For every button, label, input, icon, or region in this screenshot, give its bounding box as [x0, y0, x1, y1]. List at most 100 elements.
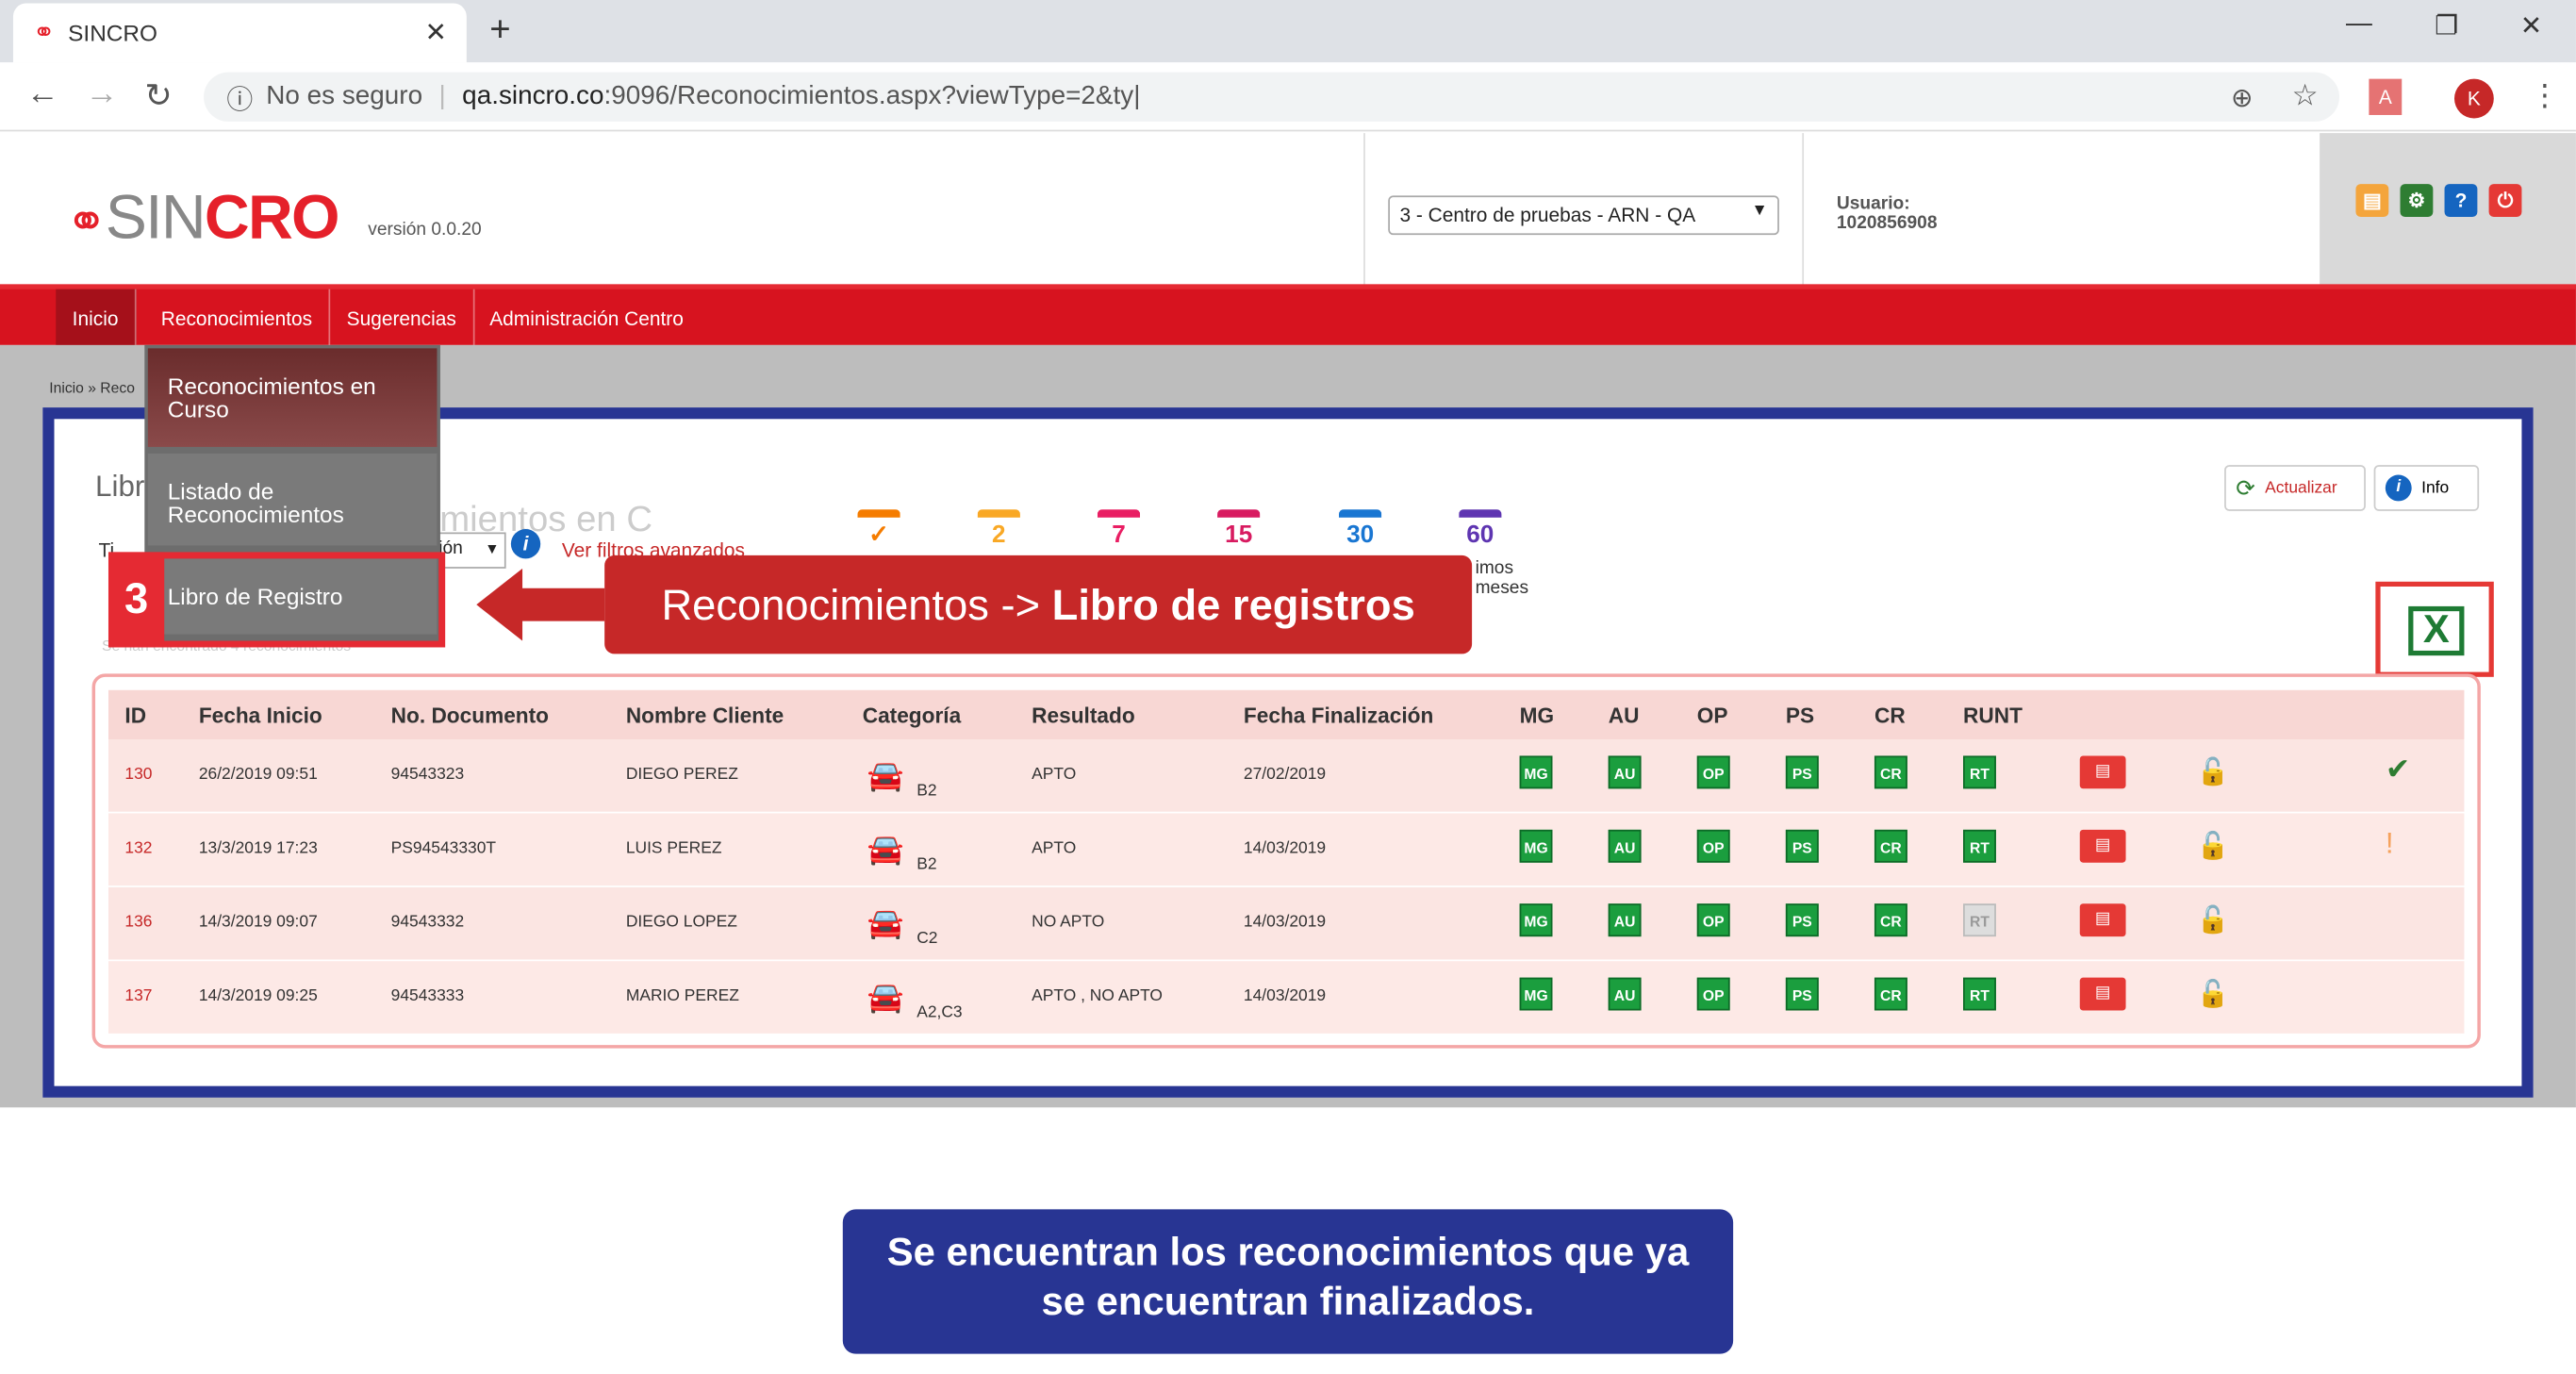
cell-cliente: LUIS PEREZ	[625, 839, 722, 858]
nav-sugerencias[interactable]: Sugerencias	[330, 289, 475, 345]
minimize-icon[interactable]: —	[2346, 9, 2372, 39]
refresh-button[interactable]: ⟳ Actualizar	[2224, 465, 2366, 511]
info-icon[interactable]: i	[510, 529, 541, 559]
center-select[interactable]: 3 - Centro de pruebas - ARN - QA ▼	[1388, 195, 1779, 236]
cell-categoria: B2	[916, 782, 937, 801]
mg-badge[interactable]: MG	[1519, 829, 1553, 863]
cr-badge[interactable]: CR	[1874, 829, 1907, 863]
zoom-icon[interactable]: ⊕	[2231, 82, 2253, 115]
cell-id[interactable]: 130	[124, 766, 152, 784]
sincro-favicon-icon: ⚭	[32, 19, 56, 48]
tab-title: SINCRO	[68, 19, 158, 46]
cell-id[interactable]: 137	[124, 987, 152, 1005]
cell-inicio: 26/2/2019 09:51	[198, 765, 318, 785]
menu-item-listado[interactable]: Listado de Reconocimientos	[147, 453, 438, 546]
rt-badge[interactable]: RT	[1963, 977, 1996, 1011]
au-badge[interactable]: AU	[1608, 829, 1642, 863]
back-icon[interactable]: ←	[26, 75, 59, 113]
settings-gear-icon[interactable]: ⚙	[2400, 184, 2434, 217]
unlock-icon[interactable]: 🔓	[2196, 978, 2229, 1011]
cell-inicio: 14/3/2019 09:25	[198, 987, 318, 1006]
id-card-icon[interactable]: ▤	[2079, 903, 2126, 937]
op-badge[interactable]: OP	[1696, 977, 1730, 1011]
mg-badge[interactable]: MG	[1519, 977, 1553, 1011]
id-card-icon[interactable]: ▤	[2079, 829, 2126, 863]
col-documento[interactable]: No. Documento	[391, 704, 549, 728]
profile-avatar[interactable]: K	[2453, 78, 2494, 119]
url-host: qa.sincro.co	[462, 82, 604, 110]
col-cliente[interactable]: Nombre Cliente	[626, 704, 784, 728]
close-tab-icon[interactable]: ✕	[425, 16, 447, 49]
cr-badge[interactable]: CR	[1874, 903, 1907, 937]
au-badge[interactable]: AU	[1608, 977, 1642, 1011]
user-id: 1020856908	[1836, 213, 1938, 234]
nav-reconocimientos[interactable]: Reconocimientos	[144, 289, 331, 345]
user-label: Usuario:	[1836, 193, 1910, 214]
cell-fin: 14/03/2019	[1243, 987, 1327, 1006]
au-badge[interactable]: AU	[1608, 903, 1642, 937]
cr-badge[interactable]: CR	[1874, 977, 1907, 1011]
refresh-icon: ⟳	[2236, 473, 2255, 501]
menu-kebab-icon[interactable]: ⋮	[2530, 79, 2559, 114]
calendar-30-icon[interactable]: 30	[1338, 509, 1382, 555]
op-badge[interactable]: OP	[1696, 903, 1730, 937]
ps-badge[interactable]: PS	[1785, 829, 1819, 863]
col-categoria[interactable]: Categoría	[863, 704, 961, 728]
col-fecha-inicio[interactable]: Fecha Inicio	[199, 704, 322, 728]
calendar-2-icon[interactable]: 2	[977, 509, 1020, 555]
col-id[interactable]: ID	[124, 704, 146, 728]
op-badge[interactable]: OP	[1696, 829, 1730, 863]
au-badge[interactable]: AU	[1608, 755, 1642, 789]
ps-badge[interactable]: PS	[1785, 977, 1819, 1011]
col-fecha-fin[interactable]: Fecha Finalización	[1244, 704, 1433, 728]
ps-badge[interactable]: PS	[1785, 755, 1819, 789]
pdf-extension-icon[interactable]: A	[2369, 78, 2403, 115]
info-button[interactable]: i Info	[2373, 465, 2480, 511]
mg-badge[interactable]: MG	[1519, 903, 1553, 937]
sincro-logo: ⚭SINCRO	[65, 184, 340, 254]
calendar-60-icon[interactable]: 60	[1459, 509, 1502, 555]
nav-administracion[interactable]: Administración Centro	[473, 290, 701, 345]
cell-fin: 14/03/2019	[1243, 913, 1327, 932]
rt-badge[interactable]: RT	[1963, 903, 1996, 937]
op-badge[interactable]: OP	[1696, 755, 1730, 789]
new-tab-icon[interactable]: +	[489, 8, 510, 51]
ps-badge[interactable]: PS	[1785, 903, 1819, 937]
address-bar[interactable]: ⓘ No es seguro | qa.sincro.co :9096/Reco…	[204, 72, 2340, 122]
window-close-icon[interactable]: ✕	[2520, 9, 2542, 42]
forward-icon[interactable]: →	[86, 75, 119, 113]
unlock-icon[interactable]: 🔓	[2196, 903, 2229, 936]
status-approved-icon[interactable]: ✔	[2386, 753, 2419, 792]
calendar-today-icon[interactable]: ✓	[857, 509, 900, 555]
status-warning-icon[interactable]: !	[2386, 826, 2419, 866]
excel-export-icon[interactable]: X	[2408, 605, 2465, 656]
unlock-icon[interactable]: 🔓	[2196, 755, 2229, 788]
cr-badge[interactable]: CR	[1874, 755, 1907, 789]
calendar-15-icon[interactable]: 15	[1217, 509, 1261, 555]
car-icon: 🚘	[867, 833, 905, 867]
unlock-icon[interactable]: 🔓	[2196, 830, 2229, 863]
mg-badge[interactable]: MG	[1519, 755, 1553, 789]
power-icon[interactable]: ⏻	[2488, 184, 2522, 217]
browser-tab[interactable]: ⚭ SINCRO ✕	[12, 3, 467, 63]
help-icon[interactable]: ?	[2444, 184, 2478, 217]
id-card-icon[interactable]: ▤	[2079, 755, 2126, 789]
col-mg: MG	[1519, 703, 1555, 728]
cell-resultado: APTO , NO APTO	[1032, 987, 1163, 1006]
col-resultado[interactable]: Resultado	[1032, 704, 1134, 728]
document-icon[interactable]: ▤	[2355, 184, 2389, 217]
rt-badge[interactable]: RT	[1963, 755, 1996, 789]
cell-resultado: NO APTO	[1032, 913, 1105, 932]
breadcrumb[interactable]: Inicio » Reco	[49, 379, 135, 395]
cell-categoria: B2	[916, 855, 937, 874]
cell-id[interactable]: 136	[124, 914, 152, 932]
rt-badge[interactable]: RT	[1963, 829, 1996, 863]
restore-icon[interactable]: ❐	[2435, 9, 2458, 42]
id-card-icon[interactable]: ▤	[2079, 977, 2126, 1011]
menu-item-en-curso[interactable]: Reconocimientos en Curso	[147, 348, 438, 447]
calendar-7-icon[interactable]: 7	[1097, 509, 1141, 555]
bookmark-star-icon[interactable]: ☆	[2292, 79, 2319, 114]
reload-icon[interactable]: ↻	[144, 75, 172, 117]
cell-id[interactable]: 132	[124, 839, 152, 857]
nav-inicio[interactable]: Inicio	[56, 289, 137, 345]
